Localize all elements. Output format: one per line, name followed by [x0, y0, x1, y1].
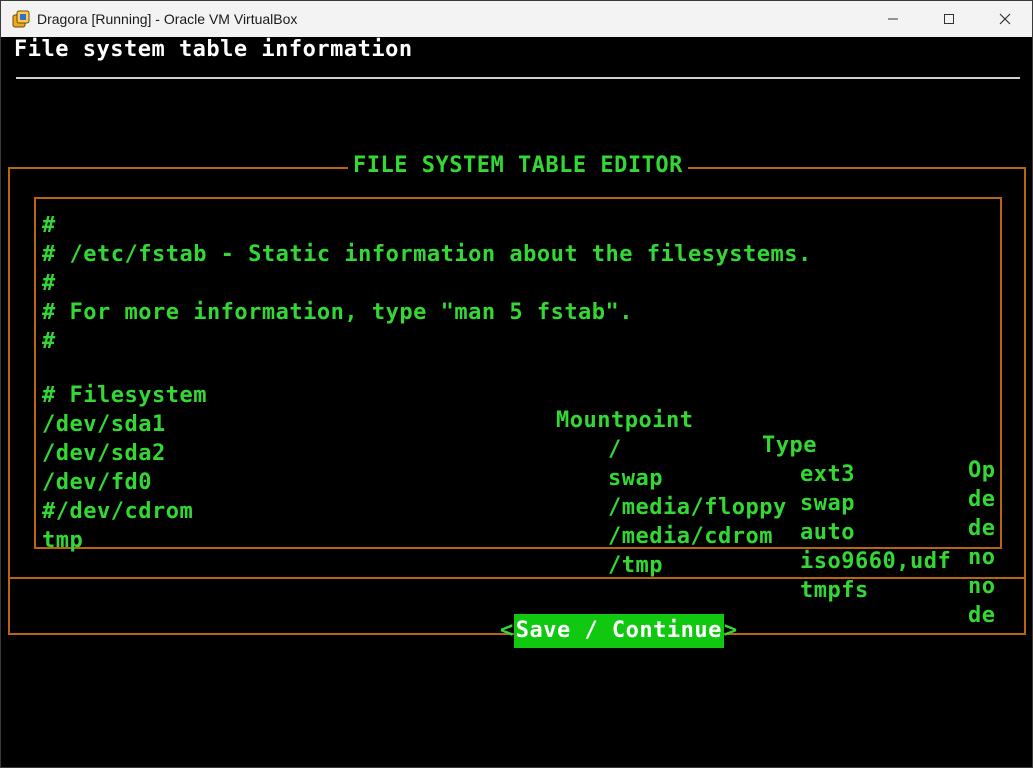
- close-button[interactable]: [977, 1, 1032, 37]
- row-filesystem: tmp: [42, 528, 84, 553]
- table-row: #/dev/cdrom /media/cdrom iso9660,udf no: [36, 474, 1000, 599]
- virtualbox-icon: [11, 9, 31, 29]
- button-label: Save / Continue: [513, 614, 724, 648]
- comment-line: # For more information, type "man 5 fsta…: [42, 300, 634, 325]
- table-row: tmp /tmp tmpfs de: [36, 503, 1000, 628]
- row-type: tmpfs: [800, 578, 869, 603]
- fstab-text-area[interactable]: # # /etc/fstab - Static information abou…: [34, 197, 1002, 628]
- comment-line: #: [42, 213, 56, 238]
- dialog-title: FILE SYSTEM TABLE EDITOR: [348, 153, 688, 178]
- maximize-button[interactable]: [921, 1, 977, 37]
- table-row: /dev/sda1 / ext3 de: [36, 387, 1000, 512]
- virtualbox-window: Dragora [Running] - Oracle VM VirtualBox…: [0, 0, 1033, 768]
- comment-line: #: [42, 329, 56, 354]
- table-row: /dev/fd0 /media/floppy auto no: [36, 445, 1000, 570]
- window-titlebar[interactable]: Dragora [Running] - Oracle VM VirtualBox: [1, 1, 1032, 37]
- comment-line: # /etc/fstab - Static information about …: [42, 242, 812, 267]
- page-title: File system table information: [14, 37, 413, 62]
- maximize-icon: [944, 14, 954, 24]
- row-options: no: [968, 545, 996, 570]
- row-mountpoint: /tmp: [608, 553, 663, 578]
- row-options: de: [968, 603, 996, 628]
- row-type: iso9660,udf: [800, 549, 952, 574]
- button-left-bracket: <: [499, 618, 514, 643]
- vm-screen[interactable]: File system table information FILE SYSTE…: [2, 37, 1032, 767]
- minimize-icon: [888, 18, 898, 20]
- dialog-divider: [10, 577, 1024, 579]
- minimize-button[interactable]: [865, 1, 921, 37]
- window-title: Dragora [Running] - Oracle VM VirtualBox: [37, 11, 298, 27]
- comment-line: #: [42, 271, 56, 296]
- save-continue-button[interactable]: <Save / Continue>: [390, 589, 738, 648]
- button-right-bracket: >: [723, 618, 738, 643]
- fstab-editor-dialog: FILE SYSTEM TABLE EDITOR # # /etc/fstab …: [8, 153, 1026, 648]
- column-header-row: # Filesystem Mountpoint Type Op: [36, 358, 1000, 483]
- table-row: /dev/sda2 swap swap de: [36, 416, 1000, 541]
- header-divider: [16, 77, 1020, 79]
- close-icon: [999, 13, 1011, 25]
